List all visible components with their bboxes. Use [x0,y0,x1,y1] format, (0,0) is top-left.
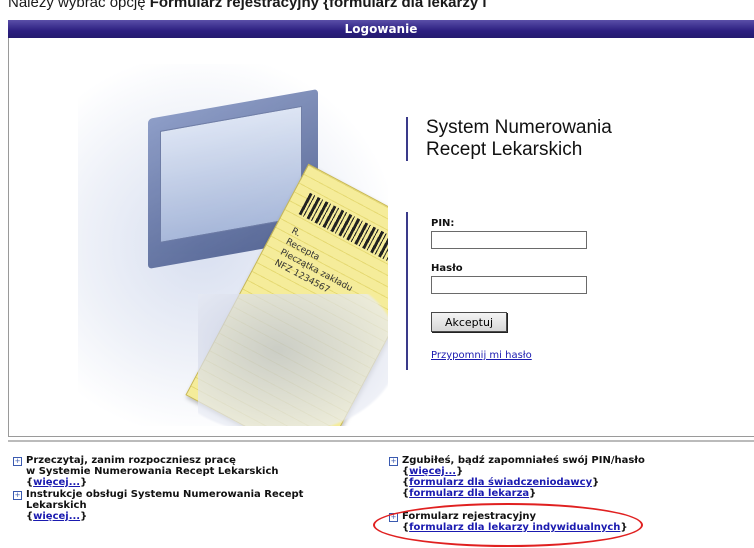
lost-pin-more-link[interactable]: więcej... [409,466,456,477]
manual-line1: Instrukcje obsługi Systemu Numerowania R… [26,489,304,500]
instruction-text: Należy wybrać opcję Formularz rejestracy… [8,0,754,14]
hero-illustration: R. Recepta Pieczątka zakładu NFZ 1234567 [78,64,388,426]
section-divider [8,440,754,442]
window-titlebar: Logowanie [8,20,754,38]
pin-label: PIN: [431,218,455,229]
pin-input[interactable] [431,231,587,249]
instruction-prefix: Należy wybrać opcję [8,0,150,11]
manual-more-link[interactable]: więcej... [33,511,80,522]
password-input[interactable] [431,276,587,294]
login-form: PIN: Hasło Akceptuj Przypomnij mi hasło [406,212,587,370]
manual-line2: Lekarskich [26,500,87,511]
system-title-line2: Recept Lekarskich [426,139,583,160]
lost-pin-item: + Zgubiłeś, bądź zapomniałeś swój PIN/has… [389,455,645,499]
system-title-line1: System Numerowania [426,117,612,138]
forgot-password-link[interactable]: Przypomnij mi hasło [431,350,587,361]
expand-icon: + [13,457,22,466]
read-first-more-link[interactable]: więcej... [33,477,80,488]
lost-pin-doctor-form-link[interactable]: formularz dla lekarza [409,488,529,499]
brace: } [529,488,537,499]
accept-button[interactable]: Akceptuj [431,312,507,332]
lost-pin-provider-form-link[interactable]: formularz dla świadczeniodawcy [409,477,592,488]
system-title: System Numerowania Recept Lekarskich [406,117,612,161]
expand-icon: + [13,491,22,500]
highlight-circle [373,503,643,547]
password-label: Hasło [431,263,463,274]
brace: } [80,511,88,522]
expand-icon: + [389,457,398,466]
brace: } [80,477,88,488]
brace: } [456,466,464,477]
read-first-line2: w Systemie Numerowania Recept Lekarskich [26,466,279,477]
read-first-line1: Przeczytaj, zanim rozpoczniesz pracę [26,455,236,466]
read-first-item: + Przeczytaj, zanim rozpoczniesz pracę w S… [13,455,279,488]
instruction-bold: Formularz rejestracyjny {formularz dla l… [149,0,487,11]
brace: } [592,477,600,488]
lost-pin-line1: Zgubiłeś, bądź zapomniałeś swój PIN/hasł… [402,455,645,466]
hand-graphic [198,294,388,426]
manual-item: + Instrukcje obsługi Systemu Numerowania … [13,489,303,522]
